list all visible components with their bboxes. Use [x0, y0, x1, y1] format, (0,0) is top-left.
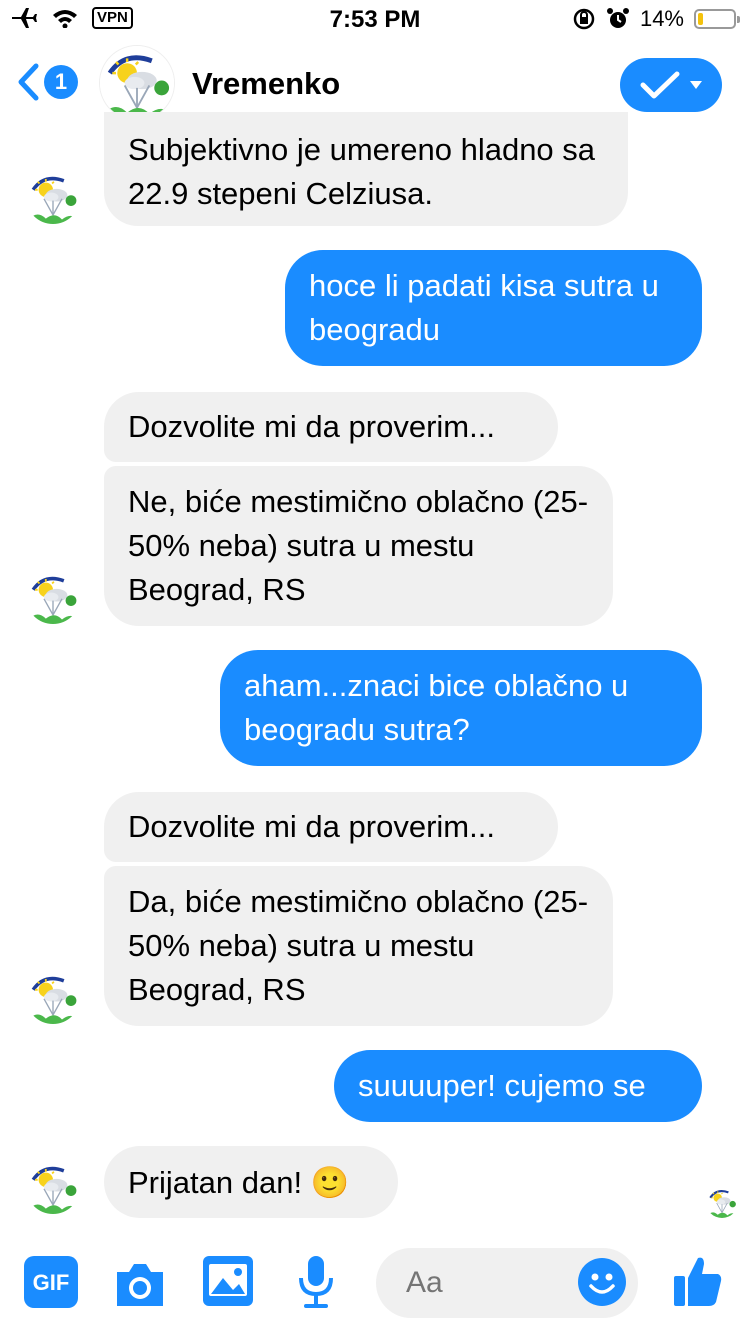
chevron-left-icon — [18, 63, 39, 101]
camera-icon[interactable] — [113, 1260, 167, 1308]
bot-avatar[interactable] — [26, 1160, 80, 1214]
message-bubble-user[interactable]: aham...znaci bice oblačno u beogradu sut… — [220, 650, 702, 766]
message-bubble-bot[interactable]: Prijatan dan! 🙂 — [104, 1146, 398, 1218]
battery-tip — [737, 16, 740, 23]
alarm-icon — [606, 8, 629, 28]
message-bubble-bot[interactable]: Ne, biće mestimično oblačno (25-50% neba… — [104, 466, 613, 626]
gif-label: GIF — [32, 1270, 70, 1295]
message-bubble-bot[interactable]: Dozvolite mi da proverim... — [104, 792, 558, 862]
status-bar: VPN 7:53 PM 14% — [0, 0, 750, 40]
status-right: 14% — [572, 6, 740, 32]
chevron-down-icon — [690, 81, 702, 89]
image-icon[interactable] — [203, 1256, 253, 1306]
vremenko-logo-icon — [26, 570, 80, 624]
battery-fill — [698, 13, 703, 25]
chat-title[interactable]: Vremenko — [192, 66, 340, 102]
bot-avatar[interactable] — [26, 170, 80, 224]
gif-button[interactable]: GIF — [24, 1256, 78, 1313]
message-bubble-bot[interactable]: Dozvolite mi da proverim... — [104, 392, 558, 462]
battery-percent: 14% — [639, 6, 684, 31]
message-bubble-user[interactable]: suuuuper! cujemo se — [334, 1050, 702, 1122]
message-input-pill[interactable] — [376, 1248, 638, 1318]
checkmark-icon — [640, 71, 680, 99]
emoji-icon — [589, 1273, 615, 1294]
thumbs-up-icon[interactable] — [672, 1254, 724, 1308]
vremenko-logo-icon — [26, 170, 80, 224]
rotation-lock-icon — [573, 8, 595, 30]
back-button[interactable]: 1 — [16, 62, 78, 102]
unread-count-badge: 1 — [44, 65, 78, 99]
chat-avatar[interactable] — [100, 46, 174, 120]
vremenko-logo-icon — [26, 970, 80, 1024]
bot-avatar[interactable] — [26, 970, 80, 1024]
composer-bar: GIF — [0, 1240, 750, 1334]
vremenko-logo-icon — [706, 1186, 738, 1218]
battery-icon — [694, 9, 740, 29]
message-bubble-bot[interactable]: Da, biće mestimično oblačno (25-50% neba… — [104, 866, 613, 1026]
emoji-button[interactable] — [578, 1258, 626, 1306]
microphone-icon[interactable] — [296, 1254, 336, 1310]
vremenko-logo-icon — [26, 1160, 80, 1214]
message-input[interactable] — [406, 1266, 566, 1300]
bot-avatar[interactable] — [26, 570, 80, 624]
read-receipt-avatar — [706, 1186, 738, 1218]
message-bubble-bot[interactable]: Subjektivno je umereno hladno sa 22.9 st… — [104, 112, 628, 226]
check-dropdown-button[interactable] — [620, 58, 722, 112]
message-bubble-user[interactable]: hoce li padati kisa sutra u beogradu — [285, 250, 702, 366]
vremenko-logo-icon — [100, 46, 174, 120]
